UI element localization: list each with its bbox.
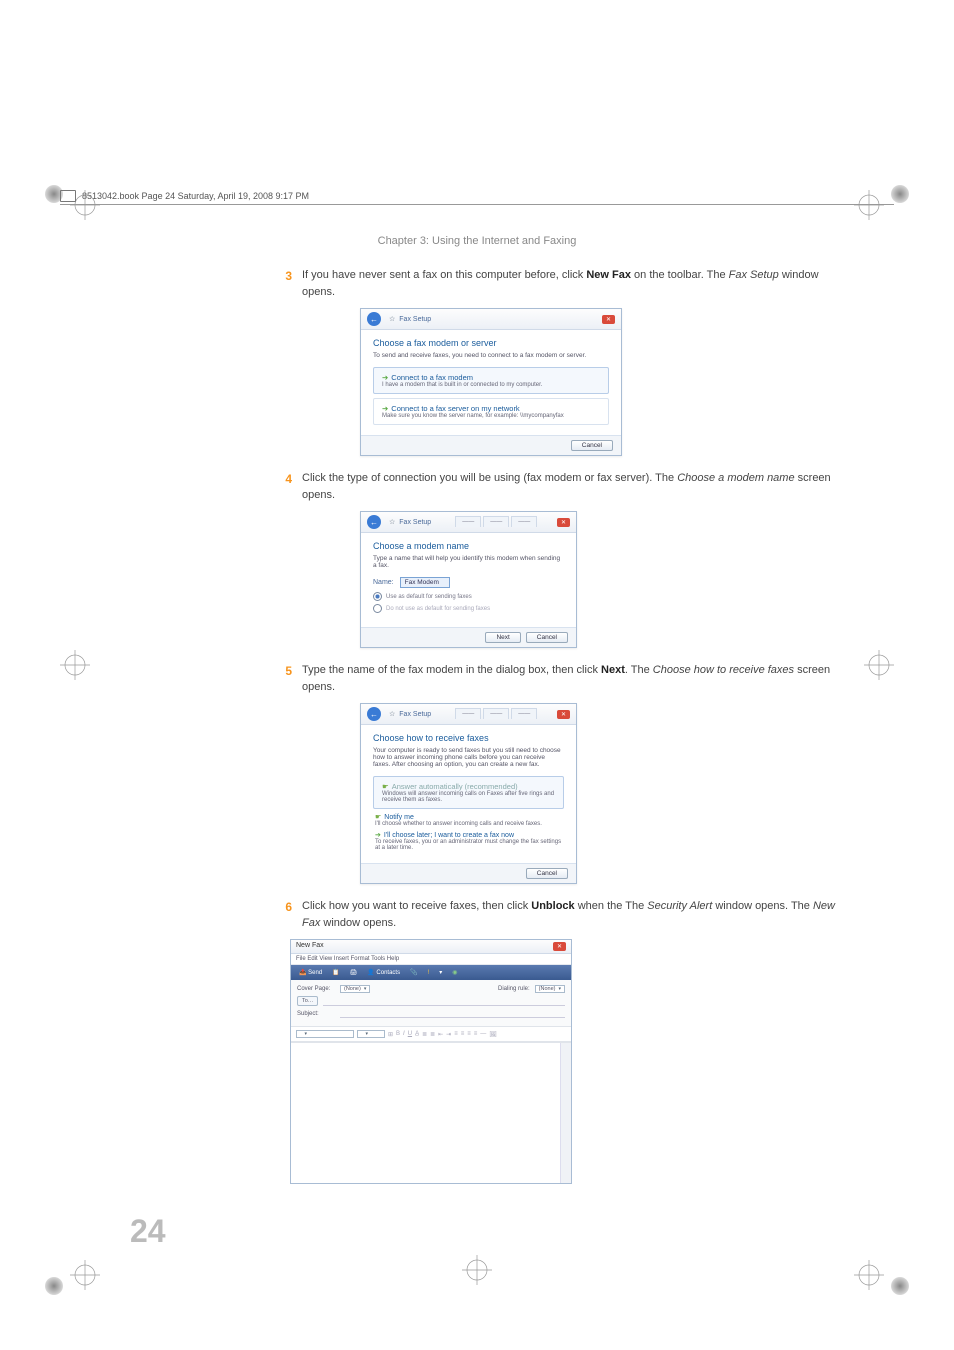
indent-icon[interactable]: ⇤ (438, 1031, 443, 1038)
window-title: New Fax (296, 942, 324, 951)
option-fax-modem[interactable]: ➔Connect to a fax modem I have a modem t… (373, 367, 609, 394)
dialing-rule-select[interactable]: (None) (535, 985, 565, 993)
window-title: Fax Setup (399, 316, 431, 323)
option-fax-server[interactable]: ➔Connect to a fax server on my network M… (373, 398, 609, 425)
step-number: 5 (280, 662, 292, 695)
to-field[interactable] (323, 997, 565, 1006)
option-choose-later[interactable]: ➔I'll choose later; I want to create a f… (375, 831, 562, 851)
cover-page-select[interactable]: (None) (340, 985, 370, 993)
cover-page-label: Cover Page: (297, 986, 335, 992)
hr-icon[interactable]: — (480, 1031, 486, 1037)
toolbar-icon[interactable]: 📋 (329, 968, 342, 977)
toolbar-icon[interactable]: ▾ (436, 968, 445, 977)
toolbar: 📤 Send 📋 🖨 👤 Contacts 📎 ! ▾ ◉ (291, 965, 571, 980)
step-number: 4 (280, 470, 292, 503)
close-icon[interactable]: ✕ (553, 942, 566, 951)
option-notify-me[interactable]: ☛Notify me I'll choose whether to answer… (375, 813, 562, 827)
step-6: 6 Click how you want to receive faxes, t… (280, 898, 844, 931)
format-icon[interactable]: ⊞ (388, 1031, 393, 1038)
menu-bar[interactable]: File Edit View Insert Format Tools Help (291, 954, 571, 965)
header-text: 8513042.book Page 24 Saturday, April 19,… (82, 191, 309, 201)
color-icon[interactable]: A̲ (415, 1031, 419, 1037)
next-button[interactable]: Next (485, 632, 520, 643)
message-body[interactable] (291, 1042, 571, 1183)
align-icon[interactable]: ≡ (474, 1031, 478, 1037)
dialog-heading: Choose a modem name (373, 541, 564, 551)
image-icon[interactable]: 🖼 (489, 1031, 497, 1038)
step-3: 3 If you have never sent a fax on this c… (280, 267, 844, 300)
radio-not-default[interactable]: Do not use as default for sending faxes (373, 604, 564, 613)
chapter-title: Chapter 3: Using the Internet and Faxing (60, 235, 894, 247)
close-icon[interactable]: ✕ (557, 518, 570, 527)
modem-name-input[interactable]: Fax Modem (400, 577, 450, 588)
contacts-button[interactable]: 👤 Contacts (364, 968, 403, 977)
crop-mark (854, 190, 884, 220)
format-toolbar: ⊞ B I U A̲ ≣ ≣ ⇤ ⇥ ≡ ≡ ≡ ≡ — 🖼 (291, 1027, 571, 1042)
cancel-button[interactable]: Cancel (526, 632, 568, 643)
radio-default[interactable]: Use as default for sending faxes (373, 592, 564, 601)
close-icon[interactable]: ✕ (602, 315, 615, 324)
send-button[interactable]: 📤 Send (296, 968, 325, 977)
name-label: Name: (373, 579, 394, 586)
font-select[interactable] (296, 1030, 354, 1038)
toolbar-icon[interactable]: 📎 (407, 968, 420, 977)
page-header: 8513042.book Page 24 Saturday, April 19,… (60, 190, 894, 205)
screenshot-new-fax: New Fax ✕ File Edit View Insert Format T… (290, 939, 844, 1184)
crop-mark (60, 650, 90, 680)
cancel-button[interactable]: Cancel (571, 440, 613, 451)
close-icon[interactable]: ✕ (557, 710, 570, 719)
dialing-rule-label: Dialing rule: (498, 986, 530, 992)
crop-mark (854, 1260, 884, 1290)
subject-field[interactable] (340, 1009, 565, 1018)
crop-mark (864, 650, 894, 680)
option-answer-auto[interactable]: ☛Answer automatically (recommended) Wind… (373, 776, 564, 809)
subject-label: Subject: (297, 1011, 335, 1017)
screenshot-fax-setup-choose: ← ☆ Fax Setup ✕ Choose a fax modem or se… (360, 308, 844, 456)
dialog-subtext: To send and receive faxes, you need to c… (373, 352, 609, 359)
align-icon[interactable]: ≡ (454, 1031, 458, 1037)
screenshot-receive-faxes: ← ☆ Fax Setup —————— ✕ Choose how to rec… (360, 703, 844, 884)
toolbar-icon[interactable]: ! (425, 969, 433, 977)
list-icon[interactable]: ≣ (430, 1031, 435, 1038)
crop-mark (462, 1255, 492, 1290)
toolbar-icon[interactable]: ◉ (449, 968, 460, 977)
back-arrow-icon[interactable]: ← (367, 707, 381, 721)
back-arrow-icon[interactable]: ← (367, 515, 381, 529)
size-select[interactable] (357, 1030, 385, 1038)
book-icon (60, 190, 76, 202)
screenshot-modem-name: ← ☆ Fax Setup —————— ✕ Choose a modem na… (360, 511, 844, 648)
to-button[interactable]: To… (297, 996, 318, 1006)
bold-icon[interactable]: B (396, 1031, 400, 1037)
window-title: Fax Setup (399, 519, 431, 526)
toolbar-icon[interactable]: 🖨 (347, 968, 361, 977)
step-number: 6 (280, 898, 292, 931)
back-arrow-icon[interactable]: ← (367, 312, 381, 326)
step-4: 4 Click the type of connection you will … (280, 470, 844, 503)
dialog-heading: Choose a fax modem or server (373, 338, 609, 348)
dialog-subtext: Type a name that will help you identify … (373, 555, 564, 569)
step-number: 3 (280, 267, 292, 300)
dialog-subtext: Your computer is ready to send faxes but… (373, 747, 564, 768)
italic-icon[interactable]: I (403, 1031, 405, 1037)
dialog-heading: Choose how to receive faxes (373, 733, 564, 743)
scrollbar[interactable] (560, 1043, 571, 1183)
crop-mark (70, 1260, 100, 1290)
cancel-button[interactable]: Cancel (526, 868, 568, 879)
window-title: Fax Setup (399, 711, 431, 718)
page-number: 24 (130, 1213, 166, 1250)
underline-icon[interactable]: U (408, 1031, 412, 1037)
step-5: 5 Type the name of the fax modem in the … (280, 662, 844, 695)
indent-icon[interactable]: ⇥ (446, 1031, 451, 1038)
align-icon[interactable]: ≡ (461, 1031, 465, 1037)
align-icon[interactable]: ≡ (467, 1031, 471, 1037)
list-icon[interactable]: ≣ (422, 1031, 427, 1038)
